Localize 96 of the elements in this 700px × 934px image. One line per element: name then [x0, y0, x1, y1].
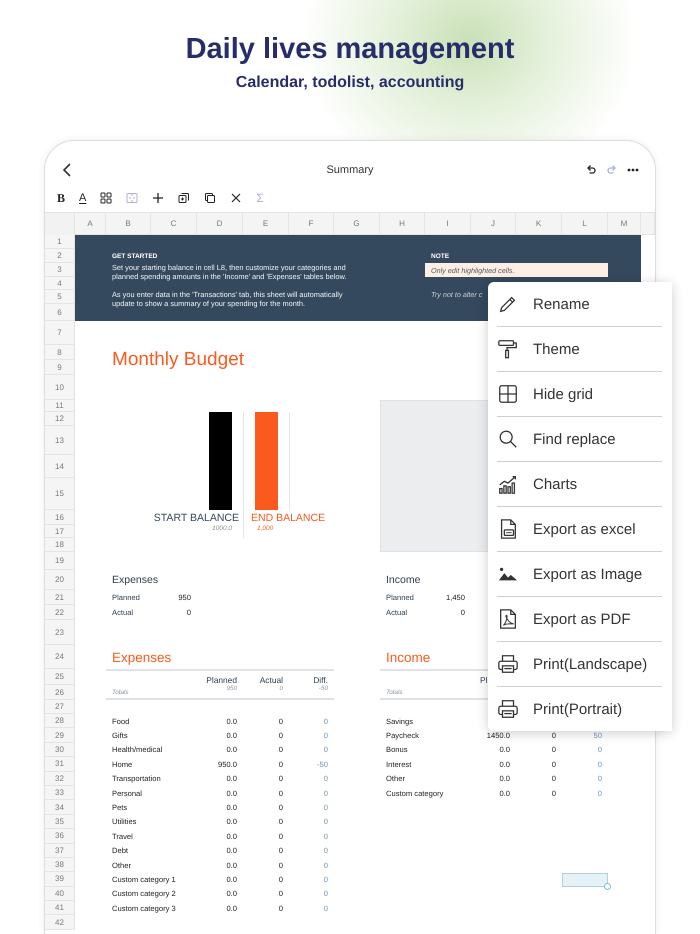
menu-item[interactable]: Rename — [497, 282, 662, 327]
row-number[interactable]: 2 — [45, 249, 75, 263]
column-letter[interactable]: M — [608, 212, 641, 235]
copy-icon[interactable] — [204, 192, 216, 204]
grid-icon — [497, 383, 519, 405]
row-number[interactable]: 11 — [45, 400, 75, 412]
row-number[interactable]: 40 — [45, 886, 75, 902]
text-color-button[interactable]: A — [79, 192, 86, 204]
row-number[interactable]: 25 — [45, 669, 75, 685]
row-number[interactable]: 28 — [45, 714, 75, 728]
page-title: Daily lives management — [186, 33, 514, 66]
column-header: Actual — [260, 675, 284, 685]
row-number[interactable]: 24 — [45, 645, 75, 669]
column-letter[interactable]: K — [516, 212, 562, 235]
row-number[interactable]: 5 — [45, 290, 75, 304]
column-header: Diff. — [313, 675, 329, 685]
column-letter[interactable]: B — [106, 212, 151, 235]
search-icon — [497, 428, 519, 450]
printer-icon — [497, 653, 519, 675]
column-header: Planned — [206, 675, 238, 685]
menu-item[interactable]: Export as PDF — [497, 597, 662, 642]
duplicate-icon[interactable] — [178, 192, 190, 204]
column-letter[interactable]: E — [243, 212, 289, 235]
page-subtitle: Calendar, todolist, accounting — [236, 74, 464, 92]
pdf-file-icon — [497, 608, 519, 630]
menu-item[interactable]: Export as excel — [497, 507, 662, 552]
column-letter[interactable]: J — [471, 212, 516, 235]
column-letter[interactable]: A — [75, 212, 106, 235]
row-number[interactable]: 18 — [45, 538, 75, 552]
row-number[interactable]: 26 — [45, 685, 75, 700]
row-number[interactable]: 29 — [45, 728, 75, 743]
menu-item[interactable]: Charts — [497, 462, 662, 507]
menu-item[interactable]: Hide grid — [497, 372, 662, 417]
table-title: Income — [386, 650, 430, 664]
row-number[interactable]: 33 — [45, 786, 75, 800]
row-number[interactable]: 16 — [45, 510, 75, 525]
budget-title: Monthly Budget — [111, 349, 246, 371]
column-letter[interactable]: C — [151, 212, 197, 235]
row-number[interactable]: 4 — [45, 277, 75, 290]
row-number[interactable]: 20 — [45, 570, 75, 590]
row-number[interactable]: 23 — [45, 620, 75, 645]
row-number[interactable]: 22 — [45, 605, 75, 620]
row-number[interactable]: 41 — [45, 901, 75, 916]
close-icon[interactable] — [230, 192, 242, 204]
row-number[interactable]: 8 — [45, 345, 75, 360]
balance-label: START BALANCE — [154, 512, 240, 524]
row-number[interactable]: 9 — [45, 360, 75, 375]
summary-title: Income — [386, 574, 420, 586]
column-letter[interactable]: H — [380, 212, 425, 235]
bold-button[interactable]: B — [57, 190, 66, 206]
menu-item[interactable]: Print(Portrait) — [497, 687, 662, 731]
row-number[interactable]: 31 — [45, 757, 75, 772]
row-number[interactable]: 39 — [45, 872, 75, 887]
column-letter[interactable]: L — [562, 212, 608, 235]
menu-item[interactable]: Find replace — [497, 417, 662, 462]
plus-icon[interactable] — [152, 192, 164, 204]
row-number[interactable]: 3 — [45, 263, 75, 277]
row-number[interactable]: 6 — [45, 304, 75, 321]
row-number[interactable]: 42 — [45, 915, 75, 930]
undo-icon[interactable] — [585, 164, 597, 176]
selected-cell[interactable] — [562, 873, 608, 887]
balance-label: END BALANCE — [250, 512, 326, 524]
grid-icon[interactable] — [100, 192, 112, 204]
column-letter[interactable]: F — [289, 212, 334, 235]
row-number[interactable]: 12 — [45, 412, 75, 426]
column-letter[interactable]: G — [334, 212, 380, 235]
column-letter[interactable]: I — [425, 212, 471, 235]
row-number[interactable]: 27 — [45, 700, 75, 714]
menu-item[interactable]: Export as Image — [497, 552, 662, 597]
row-number[interactable]: 32 — [45, 772, 75, 786]
row-number[interactable]: 37 — [45, 844, 75, 858]
row-number[interactable]: 17 — [45, 525, 75, 538]
more-icon[interactable] — [627, 168, 639, 172]
table-title: Expenses — [112, 650, 172, 664]
column-letter[interactable]: D — [197, 212, 243, 235]
row-number[interactable]: 13 — [45, 426, 75, 455]
chart-icon — [497, 473, 519, 495]
column-header: Pl — [479, 675, 488, 685]
row-number[interactable]: 36 — [45, 829, 75, 844]
row-number[interactable]: 15 — [45, 478, 75, 510]
row-number[interactable]: 35 — [45, 814, 75, 830]
summary-title: Expenses — [112, 574, 158, 586]
row-number[interactable]: 21 — [45, 590, 75, 605]
printer-icon — [497, 698, 519, 720]
row-number[interactable]: 7 — [45, 321, 75, 345]
row-number[interactable]: 1 — [45, 235, 75, 249]
row-number[interactable]: 34 — [45, 800, 75, 815]
row-number[interactable]: 30 — [45, 742, 75, 758]
row-number[interactable]: 38 — [45, 858, 75, 872]
row-number[interactable]: 10 — [45, 375, 75, 400]
menu-item[interactable]: Theme — [497, 327, 662, 372]
menu-item[interactable]: Print(Landscape) — [497, 642, 662, 687]
row-number[interactable]: 14 — [45, 455, 75, 478]
row-number[interactable]: 19 — [45, 552, 75, 570]
sheet-title: Summary — [326, 164, 374, 176]
paint-roller-icon — [497, 338, 519, 360]
